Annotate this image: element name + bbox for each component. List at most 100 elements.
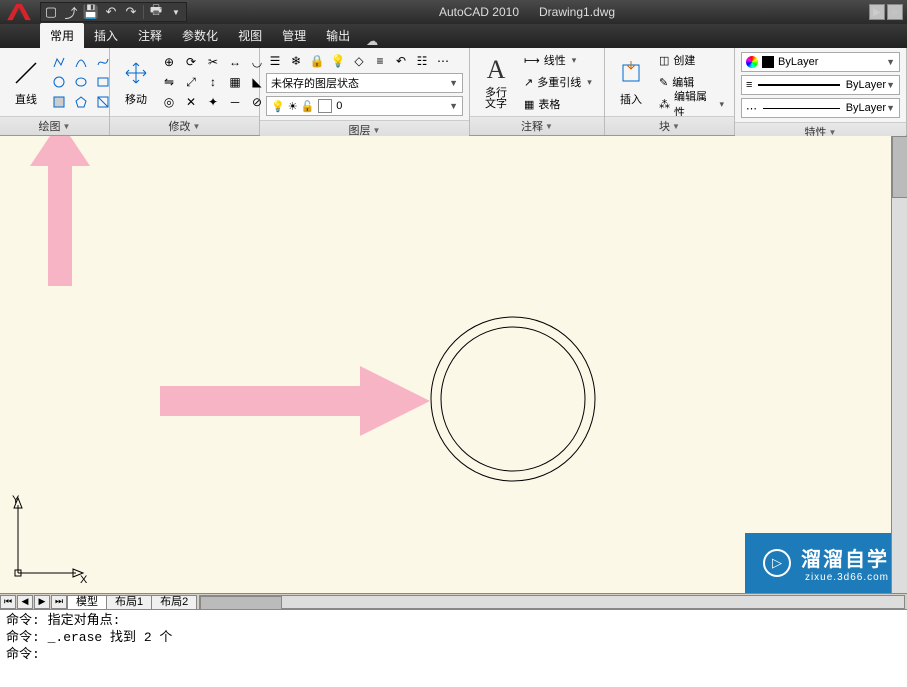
table-button[interactable]: ▦表格 — [520, 94, 596, 114]
title-keyword-icon[interactable]: ⌕ — [887, 4, 903, 20]
circle-icon[interactable] — [50, 73, 68, 91]
linetype-dropdown[interactable]: ⋯ ByLayer▼ — [741, 98, 900, 118]
layer-more-icon[interactable]: ⋯ — [434, 52, 452, 70]
title-next-icon[interactable]: ▶ — [869, 4, 885, 20]
join-icon[interactable]: ─ — [226, 93, 244, 111]
layout-first-icon[interactable]: ⏮ — [0, 595, 16, 609]
mleader-icon: ↗ — [524, 76, 533, 89]
block-attredit-button[interactable]: ⁂编辑属性▾ — [655, 94, 728, 114]
watermark: ▷ 溜溜自学 zixue.3d66.com — [745, 533, 907, 593]
trim-icon[interactable]: ✂ — [204, 53, 222, 71]
tab-output[interactable]: 输出 — [316, 23, 360, 48]
title-bar: ▢ ⤴ 💾 ↶ ↷ 🖶 ▼ AutoCAD 2010 Drawing1.dwg … — [0, 0, 907, 24]
color-wheel-icon — [746, 56, 758, 68]
layer-color-swatch — [318, 99, 332, 113]
offset-icon[interactable]: ◎ — [160, 93, 178, 111]
title-center: AutoCAD 2010 Drawing1.dwg — [187, 5, 867, 19]
tab-insert[interactable]: 插入 — [84, 23, 128, 48]
tab-parametric[interactable]: 参数化 — [172, 23, 228, 48]
polyline-icon[interactable] — [50, 53, 68, 71]
panel-block-title[interactable]: 块▼ — [605, 116, 734, 135]
svg-text:X: X — [80, 574, 88, 583]
layer-isolate-icon[interactable]: ◇ — [350, 52, 368, 70]
lineweight-dropdown[interactable]: ≡ ByLayer▼ — [741, 75, 900, 95]
attr-icon: ⁂ — [659, 98, 670, 111]
line-button[interactable]: 直线 — [6, 55, 46, 109]
edit-icon: ✎ — [659, 76, 668, 89]
drawing-canvas[interactable]: Y X ▷ 溜溜自学 zixue.3d66.com — [0, 136, 907, 593]
doc-name: Drawing1.dwg — [539, 5, 615, 19]
dim-linear-button[interactable]: ⟼线性▾ — [520, 50, 596, 70]
qat-open-icon[interactable]: ⤴ — [61, 3, 81, 21]
layer-prev-icon[interactable]: ↶ — [392, 52, 410, 70]
qat-undo-icon[interactable]: ↶ — [101, 3, 121, 21]
scale-icon[interactable]: ⤢ — [182, 73, 200, 91]
cmd-prompt: 命令: — [6, 646, 901, 663]
explode-icon[interactable]: ✦ — [204, 93, 222, 111]
sun-icon: ☀ — [288, 100, 298, 113]
cmd-line: 命令: _.erase 找到 2 个 — [6, 629, 901, 646]
tab-annotate[interactable]: 注释 — [128, 23, 172, 48]
layout-tab-2[interactable]: 布局2 — [151, 595, 197, 609]
tab-home[interactable]: 常用 — [40, 23, 84, 48]
qat-save-icon[interactable]: 💾 — [81, 3, 101, 21]
tab-manage[interactable]: 管理 — [272, 23, 316, 48]
layer-lock-icon[interactable]: 🔒 — [308, 52, 326, 70]
vertical-scrollbar[interactable] — [891, 136, 907, 593]
panel-draw-title[interactable]: 绘图▼ — [0, 116, 109, 135]
mleader-button[interactable]: ↗多重引线▾ — [520, 72, 596, 92]
tab-view[interactable]: 视图 — [228, 23, 272, 48]
panel-block: 插入 ◫创建 ✎编辑 ⁂编辑属性▾ 块▼ — [605, 48, 735, 135]
lineweight-icon: ≡ — [746, 79, 752, 91]
layout-tab-1[interactable]: 布局1 — [106, 595, 152, 609]
insert-button[interactable]: 插入 — [611, 55, 651, 109]
layer-state-dropdown[interactable]: 未保存的图层状态▼ — [266, 73, 463, 93]
horizontal-scrollbar[interactable] — [199, 595, 905, 609]
extend-icon[interactable]: ↔ — [226, 53, 244, 71]
lock-open-icon: 🔓 — [301, 100, 315, 113]
polygon-icon[interactable] — [72, 93, 90, 111]
ucs-icon: Y X — [8, 493, 88, 583]
tutorial-arrow-up — [30, 136, 90, 301]
layout-tab-model[interactable]: 模型 — [67, 595, 107, 609]
hatch-icon[interactable] — [50, 93, 68, 111]
rotate-icon[interactable]: ⟳ — [182, 53, 200, 71]
layout-next-icon[interactable]: ▶ — [34, 595, 50, 609]
block-create-button[interactable]: ◫创建 — [655, 50, 728, 70]
dim-linear-icon: ⟼ — [524, 54, 540, 67]
qat-dropdown-icon[interactable]: ▼ — [166, 3, 186, 21]
layer-current-dropdown[interactable]: 💡 ☀ 🔓 0 ▼ — [266, 96, 463, 116]
layout-last-icon[interactable]: ⏭ — [51, 595, 67, 609]
cmd-line: 命令: 指定对角点: — [6, 612, 901, 629]
table-icon: ▦ — [524, 98, 534, 111]
qat-redo-icon[interactable]: ↷ — [121, 3, 141, 21]
qat-print-icon[interactable]: 🖶 — [146, 3, 166, 21]
ellipse-icon[interactable] — [72, 73, 90, 91]
app-logo[interactable] — [0, 0, 38, 24]
mtext-button[interactable]: A 多行 文字 — [476, 52, 516, 112]
layer-off-icon[interactable]: 💡 — [329, 52, 347, 70]
move-button[interactable]: 移动 — [116, 55, 156, 109]
stretch-icon[interactable]: ↕ — [204, 73, 222, 91]
copy-icon[interactable]: ⊕ — [160, 53, 178, 71]
color-dropdown[interactable]: ByLayer▼ — [741, 52, 900, 72]
layer-walk-icon[interactable]: ☷ — [413, 52, 431, 70]
layer-freeze-icon[interactable]: ❄ — [287, 52, 305, 70]
mirror-icon[interactable]: ⇋ — [160, 73, 178, 91]
layer-match-icon[interactable]: ≡ — [371, 52, 389, 70]
array-icon[interactable]: ▦ — [226, 73, 244, 91]
arc-icon[interactable] — [72, 53, 90, 71]
speech-icon[interactable]: ☁ — [366, 34, 378, 48]
erase-icon[interactable]: ✕ — [182, 93, 200, 111]
play-icon: ▷ — [763, 549, 791, 577]
layout-tab-bar: ⏮ ◀ ▶ ⏭ 模型 布局1 布局2 — [0, 593, 907, 609]
linetype-icon: ⋯ — [746, 102, 757, 115]
panel-modify-title[interactable]: 修改▼ — [110, 116, 259, 135]
app-name: AutoCAD 2010 — [439, 5, 519, 19]
layout-prev-icon[interactable]: ◀ — [17, 595, 33, 609]
command-window[interactable]: 命令: 指定对角点: 命令: _.erase 找到 2 个 命令: — [0, 609, 907, 673]
layer-manager-icon[interactable]: ☰ — [266, 52, 284, 70]
create-icon: ◫ — [659, 54, 669, 67]
qat-new-icon[interactable]: ▢ — [41, 3, 61, 21]
panel-annotate-title[interactable]: 注释▼ — [470, 116, 604, 135]
